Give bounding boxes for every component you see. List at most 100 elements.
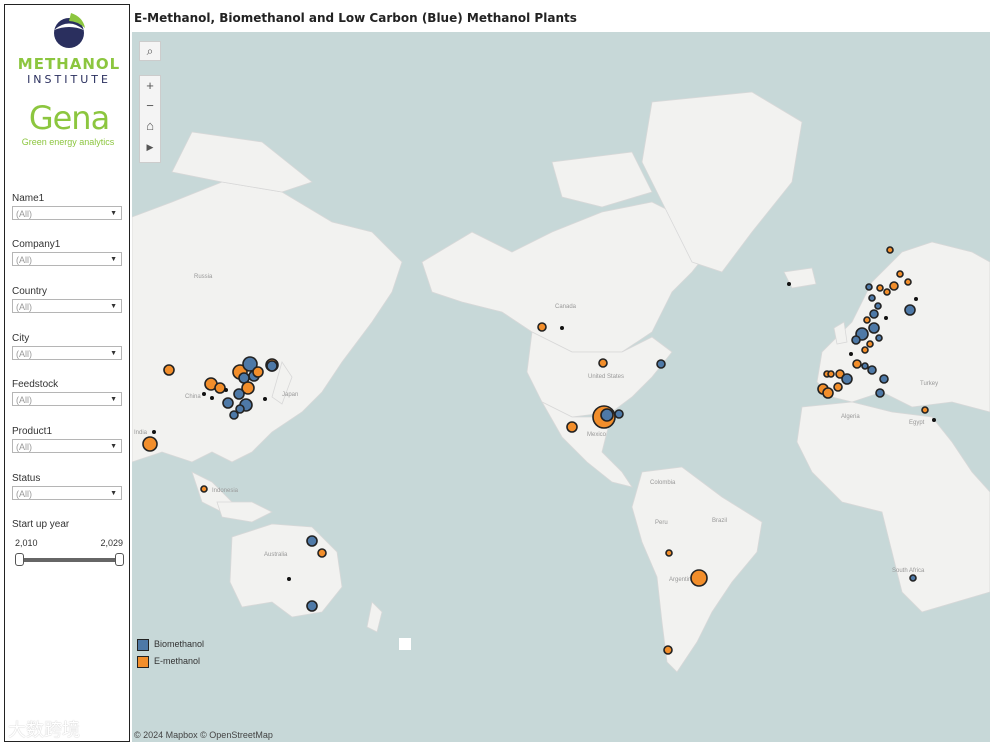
plant-marker-low-carbon[interactable]: [932, 418, 936, 422]
filter-product1-dropdown[interactable]: (All) ▼: [12, 439, 122, 453]
plant-marker-e-methanol[interactable]: [537, 322, 547, 332]
gena-logo: Gena: [28, 99, 110, 137]
plant-marker-e-methanol[interactable]: [904, 278, 912, 286]
legend-item-e-methanol[interactable]: E-methanol: [137, 655, 204, 672]
filter-start-year: Start up year: [12, 519, 124, 532]
plant-marker-e-methanol[interactable]: [663, 645, 673, 655]
map-legend: Biomethanol E-methanol: [137, 638, 204, 672]
plant-marker-biomethanol[interactable]: [841, 373, 853, 385]
plant-marker-e-methanol[interactable]: [889, 281, 899, 291]
plant-marker-biomethanol[interactable]: [656, 359, 666, 369]
filter-feedstock-dropdown[interactable]: (All) ▼: [12, 392, 122, 406]
plant-marker-biomethanol[interactable]: [865, 283, 873, 291]
plant-marker-biomethanol[interactable]: [861, 362, 869, 370]
start-year-slider-track[interactable]: [19, 558, 123, 562]
plant-marker-biomethanol[interactable]: [306, 600, 318, 612]
filter-value: (All): [16, 255, 32, 265]
filter-city: City (All) ▼: [12, 333, 124, 360]
plant-marker-e-methanol[interactable]: [822, 387, 834, 399]
plant-marker-biomethanol[interactable]: [875, 388, 885, 398]
map-zoom-controls: + − ⌂ ▶: [139, 75, 161, 163]
plant-marker-e-methanol[interactable]: [200, 485, 208, 493]
page-title: E-Methanol, Biomethanol and Low Carbon (…: [134, 11, 577, 25]
map-search-button[interactable]: ⌕: [139, 41, 161, 61]
plant-marker-biomethanol[interactable]: [904, 304, 916, 316]
start-year-max-handle[interactable]: [115, 553, 124, 566]
plant-marker-e-methanol[interactable]: [142, 436, 158, 452]
plant-marker-low-carbon[interactable]: [884, 316, 888, 320]
plant-marker-biomethanol[interactable]: [868, 294, 876, 302]
plant-marker-biomethanol[interactable]: [306, 535, 318, 547]
plant-marker-e-methanol[interactable]: [690, 569, 708, 587]
expand-toolbar-button[interactable]: ▶: [140, 136, 160, 156]
filter-city-dropdown[interactable]: (All) ▼: [12, 346, 122, 360]
plant-marker-biomethanol[interactable]: [867, 365, 877, 375]
asia-landmass: [132, 181, 403, 463]
plant-marker-e-methanol[interactable]: [598, 358, 608, 368]
plant-marker-low-carbon[interactable]: [263, 397, 267, 401]
plant-marker-e-methanol[interactable]: [921, 406, 929, 414]
plant-marker-e-methanol[interactable]: [876, 284, 884, 292]
plant-marker-e-methanol[interactable]: [833, 382, 843, 392]
legend-item-biomethanol[interactable]: Biomethanol: [137, 638, 204, 655]
filter-label: Country: [12, 286, 48, 297]
plant-marker-e-methanol[interactable]: [866, 340, 874, 348]
plant-marker-e-methanol[interactable]: [566, 421, 578, 433]
plant-marker-low-carbon[interactable]: [914, 297, 918, 301]
plant-marker-biomethanol[interactable]: [879, 374, 889, 384]
plant-marker-biomethanol[interactable]: [233, 388, 245, 400]
plant-marker-e-methanol[interactable]: [896, 270, 904, 278]
plant-marker-e-methanol[interactable]: [883, 288, 891, 296]
start-year-min-handle[interactable]: [15, 553, 24, 566]
plant-marker-biomethanol[interactable]: [229, 410, 239, 420]
filter-company1-dropdown[interactable]: (All) ▼: [12, 252, 122, 266]
plant-marker-e-methanol[interactable]: [852, 359, 862, 369]
plant-marker-low-carbon[interactable]: [152, 430, 156, 434]
plant-marker-biomethanol[interactable]: [600, 408, 614, 422]
plant-marker-e-methanol[interactable]: [252, 366, 264, 378]
plant-marker-low-carbon[interactable]: [849, 352, 853, 356]
plant-marker-biomethanol[interactable]: [614, 409, 624, 419]
label-united-states: United States: [588, 374, 624, 380]
plant-marker-e-methanol[interactable]: [163, 364, 175, 376]
label-australia: Australia: [264, 552, 288, 558]
plant-marker-low-carbon[interactable]: [202, 392, 206, 396]
plant-marker-biomethanol[interactable]: [851, 335, 861, 345]
plant-marker-biomethanol[interactable]: [222, 397, 234, 409]
map-attribution[interactable]: © 2024 Mapbox © OpenStreetMap: [134, 730, 273, 740]
plant-marker-e-methanol[interactable]: [665, 549, 673, 557]
plant-marker-biomethanol[interactable]: [266, 360, 278, 372]
filter-country-dropdown[interactable]: (All) ▼: [12, 299, 122, 313]
chevron-down-icon: ▼: [110, 396, 117, 403]
plant-marker-biomethanol[interactable]: [869, 309, 879, 319]
plant-marker-biomethanol[interactable]: [874, 302, 882, 310]
logo-text-methanol: METHANOL: [17, 55, 121, 73]
africa-landmass: [796, 401, 990, 613]
plant-marker-biomethanol[interactable]: [909, 574, 917, 582]
plant-marker-low-carbon[interactable]: [224, 388, 228, 392]
label-indonesia: Indonesia: [212, 488, 239, 494]
label-mexico: Mexico: [587, 432, 607, 438]
filter-status-dropdown[interactable]: (All) ▼: [12, 486, 122, 500]
plant-marker-low-carbon[interactable]: [787, 282, 791, 286]
plant-marker-e-methanol[interactable]: [863, 316, 871, 324]
plant-marker-e-methanol[interactable]: [214, 382, 226, 394]
filter-name1: Name1 (All) ▼: [12, 193, 124, 220]
world-map[interactable]: Russia China India Japan Indonesia Austr…: [132, 32, 990, 742]
plant-marker-biomethanol[interactable]: [875, 334, 883, 342]
plant-marker-low-carbon[interactable]: [210, 396, 214, 400]
plant-marker-low-carbon[interactable]: [560, 326, 564, 330]
plus-icon: +: [146, 78, 154, 93]
plant-marker-biomethanol[interactable]: [868, 322, 880, 334]
plant-marker-e-methanol[interactable]: [886, 246, 894, 254]
label-turkey: Turkey: [920, 381, 938, 387]
gena-tagline: Green energy analytics: [21, 137, 115, 147]
plant-marker-e-methanol[interactable]: [861, 346, 869, 354]
plant-marker-e-methanol[interactable]: [317, 548, 327, 558]
filter-name1-dropdown[interactable]: (All) ▼: [12, 206, 122, 220]
plant-marker-low-carbon[interactable]: [287, 577, 291, 581]
reset-view-button[interactable]: ⌂: [140, 116, 160, 136]
plant-marker-e-methanol[interactable]: [827, 370, 835, 378]
zoom-out-button[interactable]: −: [140, 96, 160, 116]
zoom-in-button[interactable]: +: [140, 76, 160, 96]
